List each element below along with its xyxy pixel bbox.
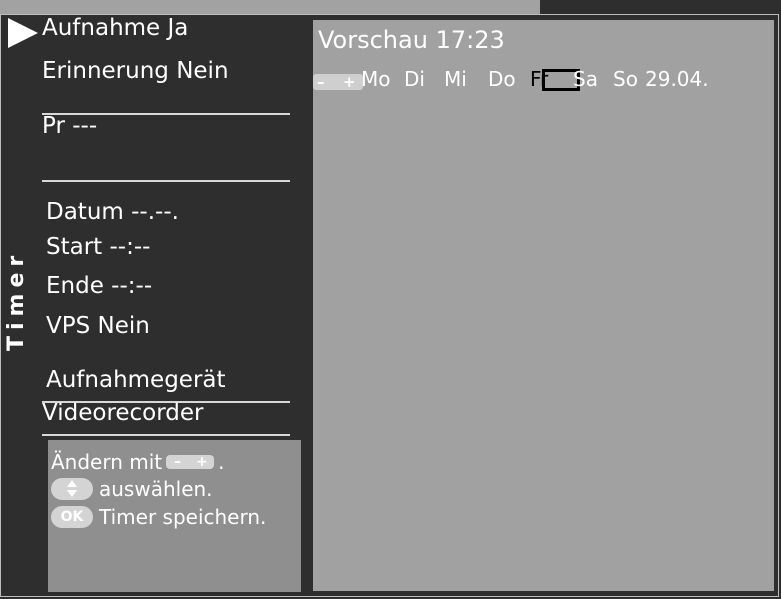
help-change-suffix: . [218,450,225,474]
day-sa[interactable]: Sa [573,65,598,93]
preview-panel: Vorschau 17:23 – + Mo Di Mi Do Fr Sa So … [313,20,774,591]
day-so[interactable]: So [613,65,638,93]
timer-vertical-title: Timer [4,249,29,351]
help-line-select: auswählen. [51,477,213,501]
menu-item-erinnerung[interactable]: Erinnerung Nein [42,57,229,85]
day-mi[interactable]: Mi [444,65,467,93]
menu-item-program[interactable]: Pr --- [42,112,97,140]
recorder-label: Aufnahmegerät [46,367,226,393]
menu-item-start[interactable]: Start --:-- [46,233,150,261]
minus-plus-button-icon: – + [166,454,215,470]
day-mo[interactable]: Mo [361,65,391,93]
menu-item-datum[interactable]: Datum --.--. [46,198,179,226]
menu-item-ende[interactable]: Ende --:-- [46,272,152,300]
menu-item-aufnahme[interactable]: Aufnahme Ja [42,14,188,42]
preview-date: 29.04. [645,67,709,91]
separator [42,434,290,436]
help-panel: Ändern mit – + . auswählen. OK Timer spe… [48,440,301,592]
help-select-text: auswählen. [99,477,213,501]
selection-arrow-icon [8,18,38,48]
ok-button-icon: OK [51,506,93,528]
help-save-text: Timer speichern. [99,505,267,529]
minus-glyph: – [317,73,325,91]
help-change-text: Ändern mit [51,450,163,474]
menu-item-vps[interactable]: VPS Nein [46,312,150,340]
day-do[interactable]: Do [488,65,516,93]
top-strip [0,0,540,14]
plus-glyph: + [343,73,356,91]
separator [42,180,290,182]
help-line-change: Ändern mit – + . [51,450,225,474]
up-down-button-icon [51,478,93,500]
preview-title: Vorschau 17:23 [318,26,505,54]
plus-glyph: + [196,454,208,470]
day-di[interactable]: Di [404,65,425,93]
menu-item-recorder[interactable]: Videorecorder [42,399,204,427]
help-line-save: OK Timer speichern. [51,505,266,529]
minus-plus-button-icon: – + [313,73,363,91]
minus-glyph: – [174,454,182,470]
